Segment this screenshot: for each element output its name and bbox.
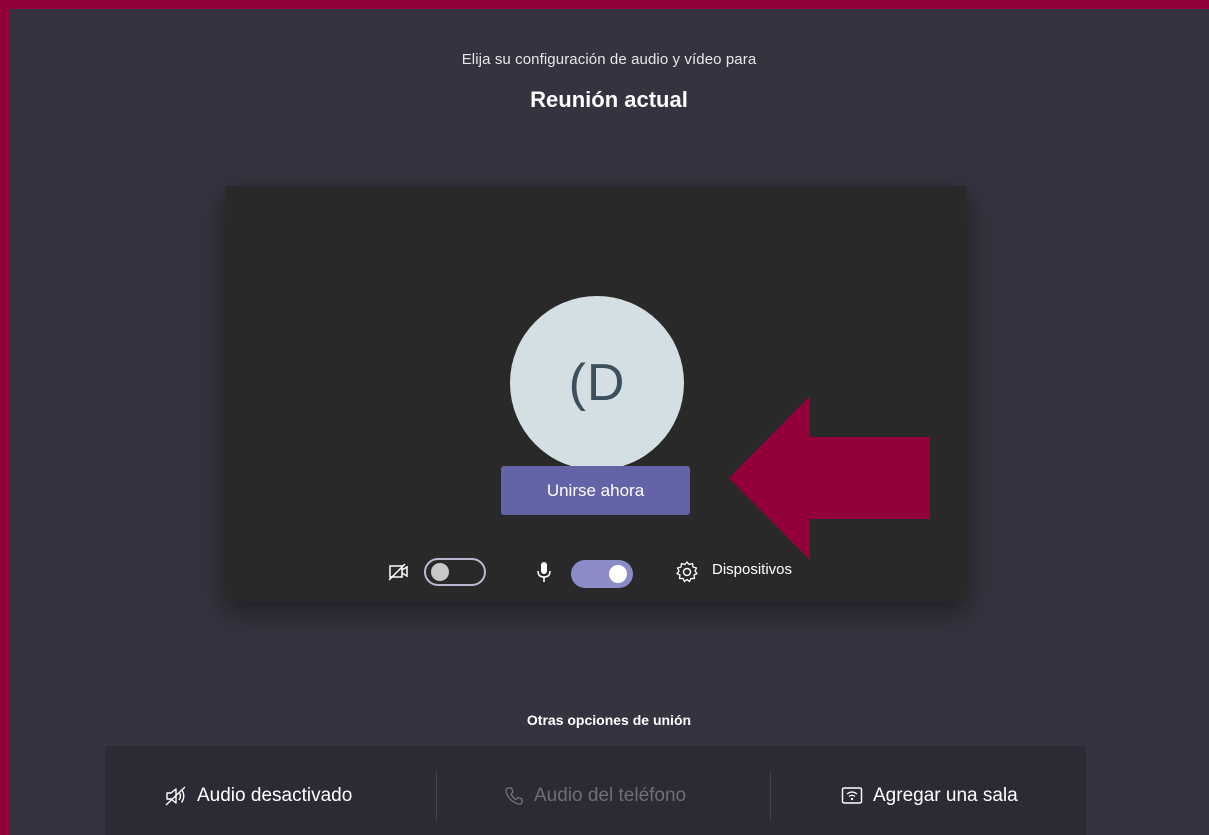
media-controls: Dispositivos	[225, 551, 967, 591]
avatar-initials: (D	[568, 354, 626, 412]
phone-audio-label: Audio del teléfono	[534, 785, 687, 806]
gear-icon[interactable]	[675, 560, 699, 584]
phone-icon	[505, 787, 523, 805]
speaker-off-icon	[165, 786, 186, 806]
divider	[770, 771, 771, 821]
audio-off-option[interactable]: Audio desactivado	[165, 746, 352, 835]
other-join-options-heading: Otras opciones de unión	[526, 712, 692, 728]
add-room-option[interactable]: Agregar una sala	[841, 746, 1018, 835]
camera-toggle[interactable]	[424, 558, 486, 586]
phone-audio-option: Audio del teléfono	[504, 746, 686, 835]
meeting-prejoin-screen: Elija su configuración de audio y vídeo …	[0, 0, 1209, 835]
join-now-button[interactable]: Unirse ahora	[501, 466, 690, 515]
camera-toggle-knob	[431, 563, 449, 581]
meeting-title: Reunión actual	[530, 87, 688, 112]
camera-off-icon	[388, 563, 408, 581]
microphone-toggle-knob	[609, 565, 627, 583]
page-subtitle: Elija su configuración de audio y vídeo …	[461, 51, 757, 68]
avatar: (D	[510, 296, 684, 470]
video-preview-panel: (D Unirse ahora Dispositivos	[225, 186, 967, 601]
other-join-options-bar: Audio desactivado Audio del teléfono Agr…	[105, 746, 1086, 835]
room-cast-icon	[841, 787, 863, 804]
audio-off-label: Audio desactivado	[197, 785, 353, 806]
microphone-icon	[537, 562, 551, 582]
microphone-toggle[interactable]	[571, 560, 633, 588]
add-room-label: Agregar una sala	[873, 785, 1018, 806]
devices-button[interactable]: Dispositivos	[712, 561, 792, 578]
divider	[436, 771, 437, 821]
